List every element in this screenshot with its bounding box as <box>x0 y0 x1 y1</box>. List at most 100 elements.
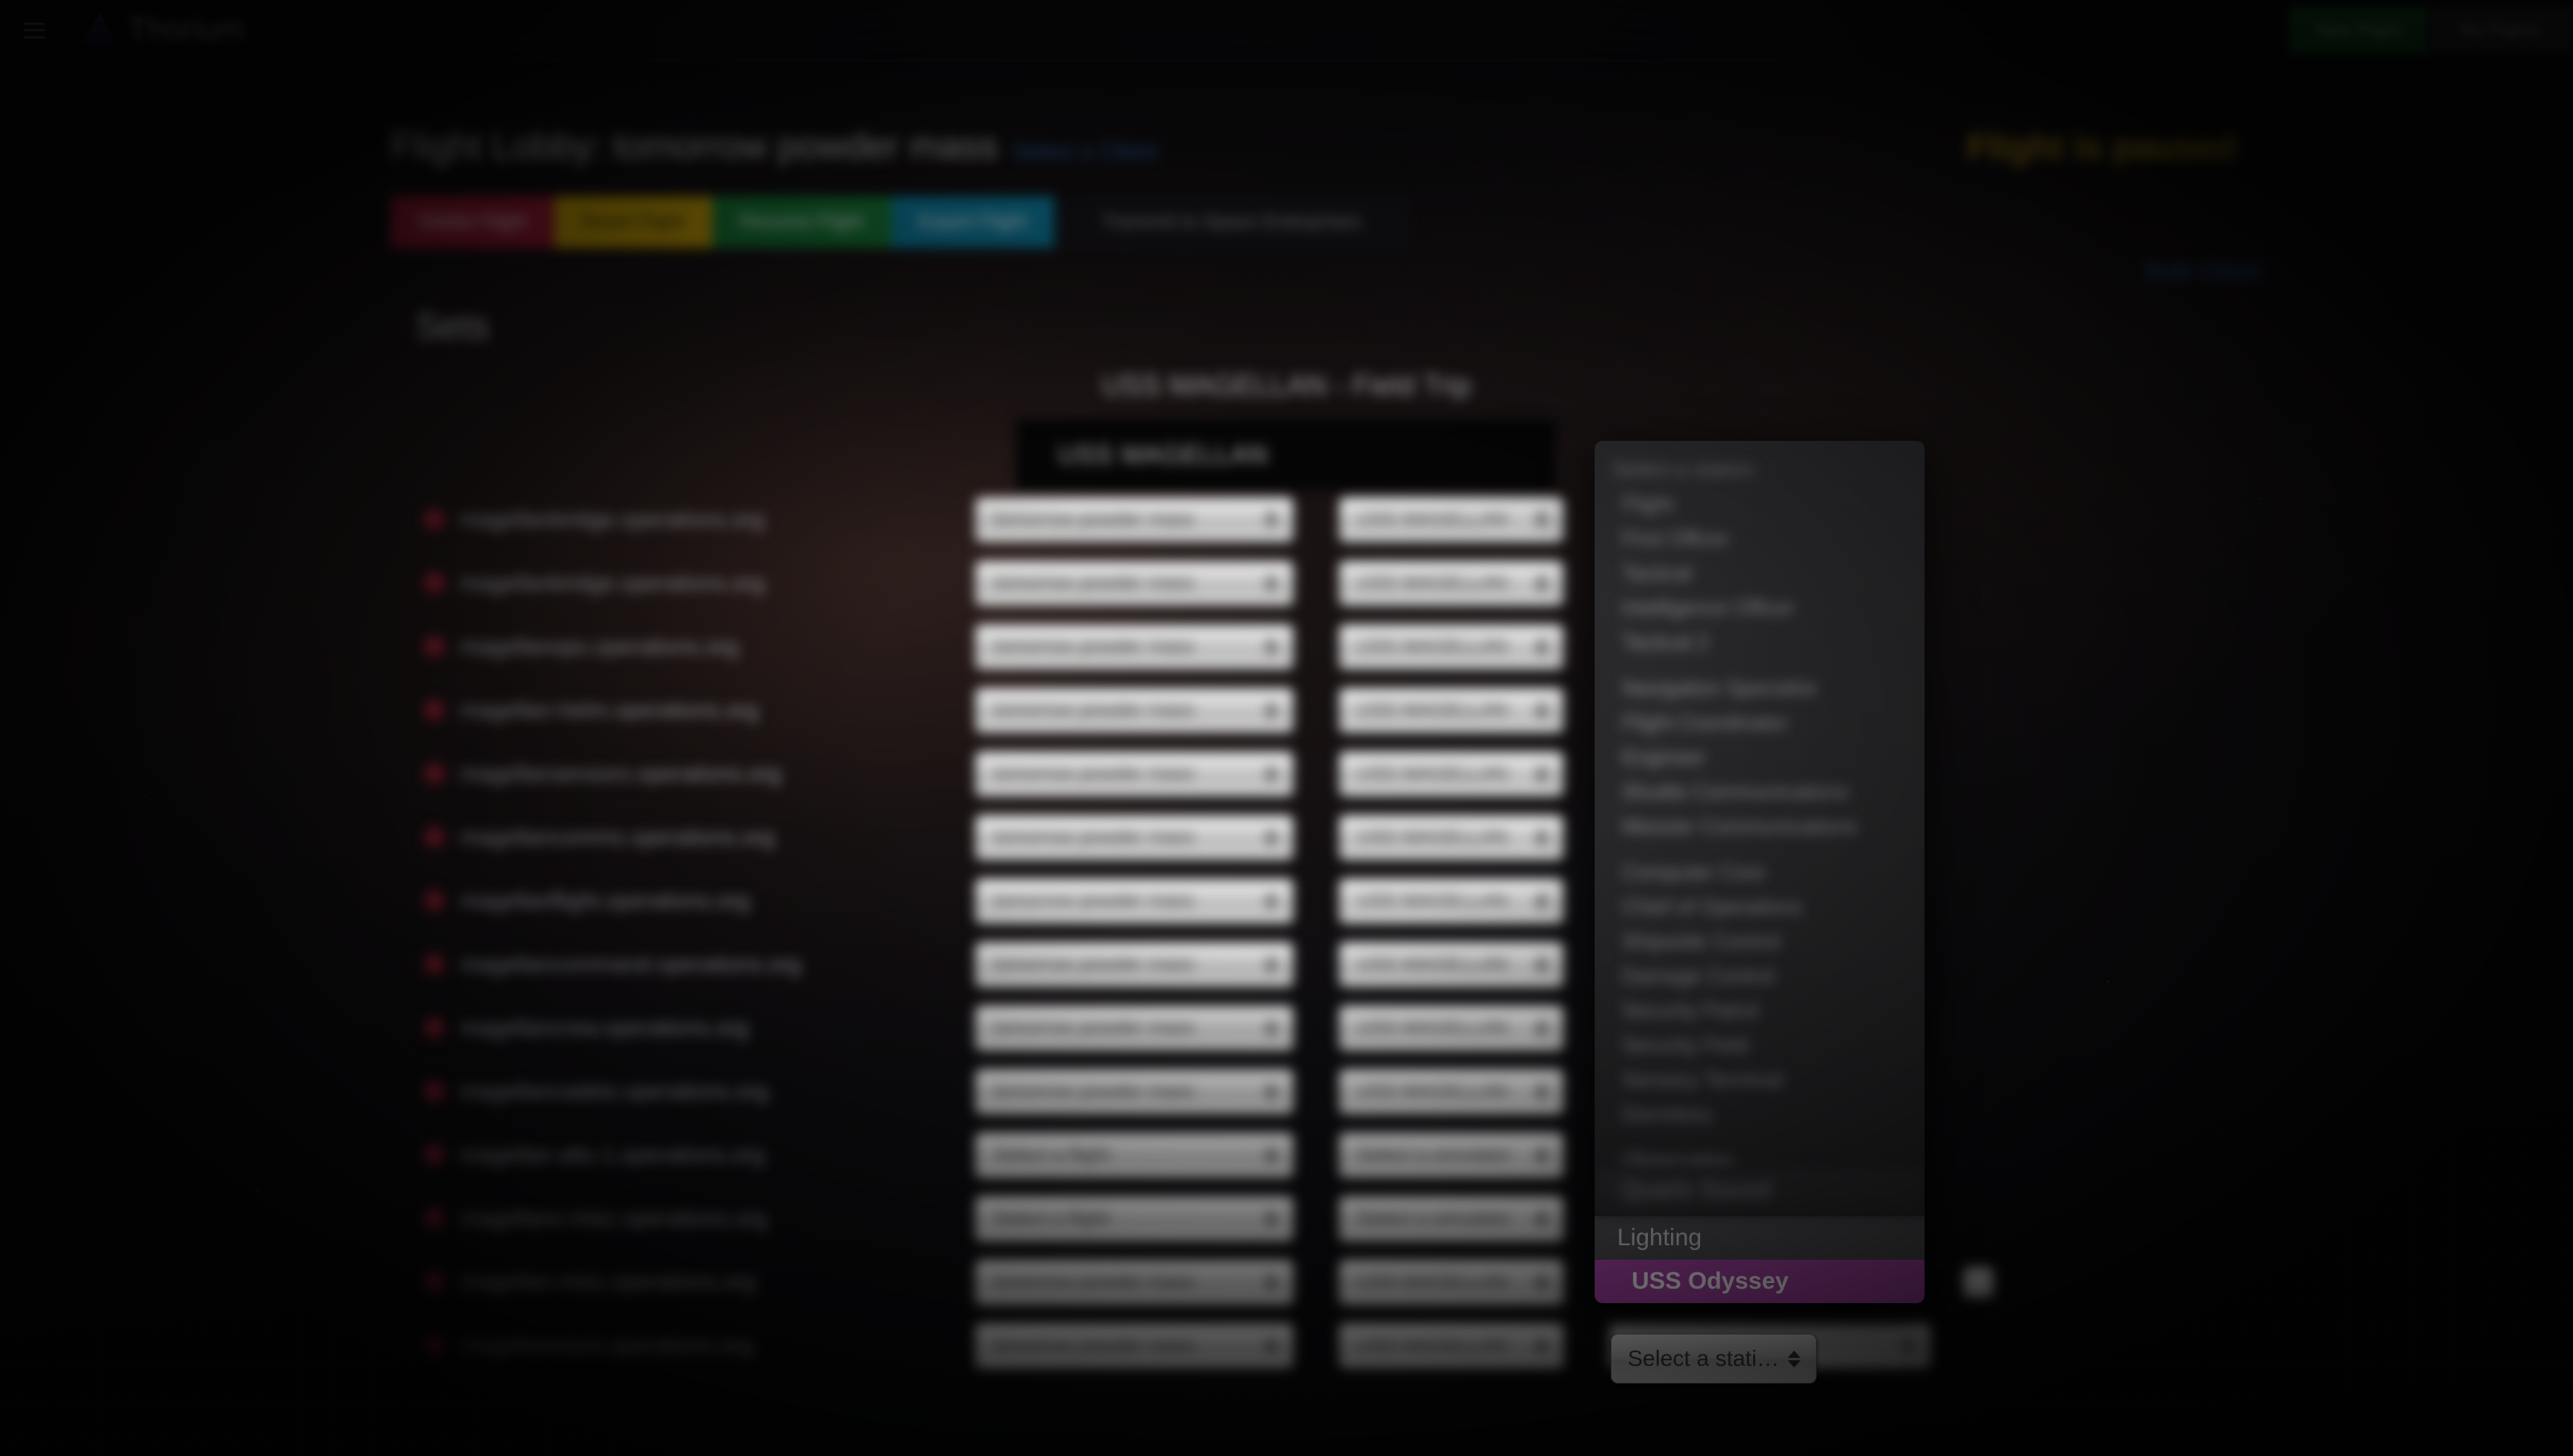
flight-lobby-page: Flight Lobby: tomorrow powder mass Selec… <box>0 61 2573 1456</box>
delete-flight-button[interactable]: Delete Flight <box>391 196 554 248</box>
chevron-updown-icon <box>1258 1083 1285 1100</box>
flight-select[interactable]: tomorrow powder mass <box>975 561 1294 606</box>
simulator-select[interactable]: USS MAGELLAN <box>1339 1323 1564 1368</box>
client-name: magellan-alts-1.operations.org <box>460 1142 765 1167</box>
remove-client-icon[interactable] <box>424 508 445 530</box>
dropdown-item[interactable]: Flight <box>1595 487 1925 521</box>
dropdown-item[interactable]: Navigation Specialist <box>1595 671 1925 705</box>
dropdown-item[interactable]: Tactical 2 <box>1595 625 1925 660</box>
row-checkbox[interactable] <box>1963 1267 1994 1298</box>
transmit-to-space-enterprises-button[interactable]: Transmit to Space Enterprises <box>1054 196 1409 248</box>
hamburger-icon[interactable] <box>24 22 45 39</box>
remove-client-icon[interactable] <box>424 827 445 848</box>
new-flight-button[interactable]: New Flight <box>2289 6 2428 54</box>
simulator-select[interactable]: USS MAGELLAN <box>1339 751 1564 796</box>
remove-client-icon[interactable] <box>424 1018 445 1039</box>
flight-select-value: tomorrow powder mass <box>994 1271 1195 1293</box>
chevron-updown-icon <box>1258 829 1285 846</box>
flight-select[interactable]: tomorrow powder mass <box>975 1260 1294 1305</box>
flight-select[interactable]: tomorrow powder mass <box>975 751 1294 796</box>
remove-client-icon[interactable] <box>424 573 445 594</box>
simulator-select[interactable]: USS MAGELLAN <box>1339 561 1564 606</box>
dropdown-item[interactable]: Dormitory <box>1595 1097 1925 1132</box>
table-row: magellancomms.operations.org tomorrow pow… <box>0 805 2573 869</box>
flight-select[interactable]: Select a flight <box>975 1196 1294 1241</box>
station-dropdown-list[interactable]: Select a station Flight First Officer Tacti… <box>1595 441 1925 1247</box>
dropdown-item[interactable]: Shuttle Communications <box>1595 775 1925 809</box>
chevron-updown-icon <box>1258 1273 1285 1291</box>
dropdown-item[interactable]: Messier Communications <box>1595 809 1925 844</box>
client-name: magellanflight.operations.org <box>460 888 750 913</box>
flight-select[interactable]: tomorrow powder mass <box>975 496 1294 542</box>
ship-set-title: USS MAGELLAN - Field Trip <box>1101 368 1472 401</box>
station-dropdown-popup[interactable]: Select a station Flight First Officer Tacti… <box>1595 441 1925 1303</box>
simulator-select[interactable]: Select a simulator <box>1339 1196 1564 1241</box>
brand: Thorium <box>84 12 244 48</box>
dropdown-item[interactable]: Damage Control <box>1595 959 1925 993</box>
remove-client-icon[interactable] <box>424 763 445 784</box>
remove-client-icon[interactable] <box>424 1272 445 1293</box>
simulator-select[interactable]: USS MAGELLAN <box>1339 1260 1564 1305</box>
remove-client-icon[interactable] <box>424 636 445 657</box>
simulator-select[interactable]: USS MAGELLAN <box>1339 1069 1564 1114</box>
brand-name: Thorium <box>129 13 244 47</box>
simulator-select[interactable]: USS MAGELLAN <box>1339 688 1564 733</box>
dropdown-item[interactable]: First Officer <box>1595 521 1925 556</box>
bulk-client-link[interactable]: Bulk Client <box>2146 258 2261 286</box>
flight-select-value: Select a flight <box>994 1144 1110 1166</box>
simulator-select-value: USS MAGELLAN <box>1357 953 1508 975</box>
remove-client-icon[interactable] <box>424 1208 445 1229</box>
remove-client-icon[interactable] <box>424 1335 445 1356</box>
client-name: magellancomms.operations.org <box>460 825 775 849</box>
remove-client-icon[interactable] <box>424 1081 445 1102</box>
dropdown-item[interactable]: Engineer <box>1595 740 1925 775</box>
export-flight-button[interactable]: Export Flight <box>891 196 1055 248</box>
remove-client-icon[interactable] <box>424 890 445 911</box>
client-name: magellanops.operations.org <box>460 634 739 659</box>
client-name: magellancadets.operations.org <box>460 1079 768 1104</box>
dropdown-header-label: Select a station <box>1612 457 1756 481</box>
remove-client-icon[interactable] <box>424 700 445 721</box>
flight-select[interactable]: tomorrow powder mass <box>975 942 1294 987</box>
resume-flight-button[interactable]: Resume Flight <box>711 196 891 248</box>
select-client-link[interactable]: Select a Client <box>1012 138 1158 164</box>
flight-select[interactable]: tomorrow powder mass <box>975 624 1294 669</box>
flight-select[interactable]: tomorrow powder mass <box>975 688 1294 733</box>
simulator-select[interactable]: Select a simulator <box>1339 1133 1564 1178</box>
dropdown-item[interactable]: Tactical <box>1595 556 1925 590</box>
dropdown-item[interactable]: Security Field <box>1595 1028 1925 1063</box>
chevron-updown-icon <box>1528 1337 1555 1355</box>
dropdown-item[interactable]: Sensory Terminal <box>1595 1063 1925 1097</box>
simulator-select-value: Select a simulator <box>1357 1207 1511 1229</box>
simulator-select[interactable]: USS MAGELLAN <box>1339 1006 1564 1051</box>
flight-status-text: Flight is paused <box>1967 127 2237 167</box>
client-name: magellan-misc.operations.org <box>460 1269 756 1294</box>
remove-client-icon[interactable] <box>424 1145 445 1166</box>
dropdown-item[interactable]: Flight Coordinator <box>1595 705 1925 740</box>
client-name: magellansensors.operations.org <box>460 761 781 786</box>
dropdown-item[interactable]: Computer Core <box>1595 855 1925 890</box>
dropdown-item[interactable]: Security Patrol <box>1595 993 1925 1028</box>
dropdown-option-uss-odyssey[interactable]: USS Odyssey <box>1595 1260 1925 1303</box>
remove-client-icon[interactable] <box>424 954 445 975</box>
flight-select[interactable]: tomorrow powder mass <box>975 1069 1294 1114</box>
dropdown-option-lighting[interactable]: Lighting <box>1595 1216 1925 1260</box>
my-flights-button[interactable]: My Flights <box>2427 6 2573 54</box>
simulator-select[interactable]: USS MAGELLAN <box>1339 815 1564 860</box>
flight-select[interactable]: tomorrow powder mass <box>975 1006 1294 1051</box>
select-a-station-dropdown[interactable]: Select a station <box>1611 1334 1817 1384</box>
simulator-select[interactable]: USS MAGELLAN <box>1339 496 1564 542</box>
flight-select[interactable]: tomorrow powder mass <box>975 815 1294 860</box>
simulator-select-value: USS MAGELLAN <box>1357 508 1508 530</box>
simulator-select[interactable]: USS MAGELLAN <box>1339 624 1564 669</box>
flight-select[interactable]: Select a flight <box>975 1133 1294 1178</box>
reset-flight-button[interactable]: Reset Flight <box>554 196 712 248</box>
flight-select[interactable]: tomorrow powder mass <box>975 878 1294 923</box>
dropdown-item[interactable]: Intelligence Officer <box>1595 590 1925 625</box>
flight-select[interactable]: tomorrow powder mass <box>975 1323 1294 1368</box>
dropdown-item[interactable]: Chief of Operations <box>1595 890 1925 924</box>
chevron-updown-icon <box>1258 1019 1285 1037</box>
simulator-select[interactable]: USS MAGELLAN <box>1339 878 1564 923</box>
simulator-select[interactable]: USS MAGELLAN <box>1339 942 1564 987</box>
dropdown-item[interactable]: Shipwide Control <box>1595 924 1925 959</box>
